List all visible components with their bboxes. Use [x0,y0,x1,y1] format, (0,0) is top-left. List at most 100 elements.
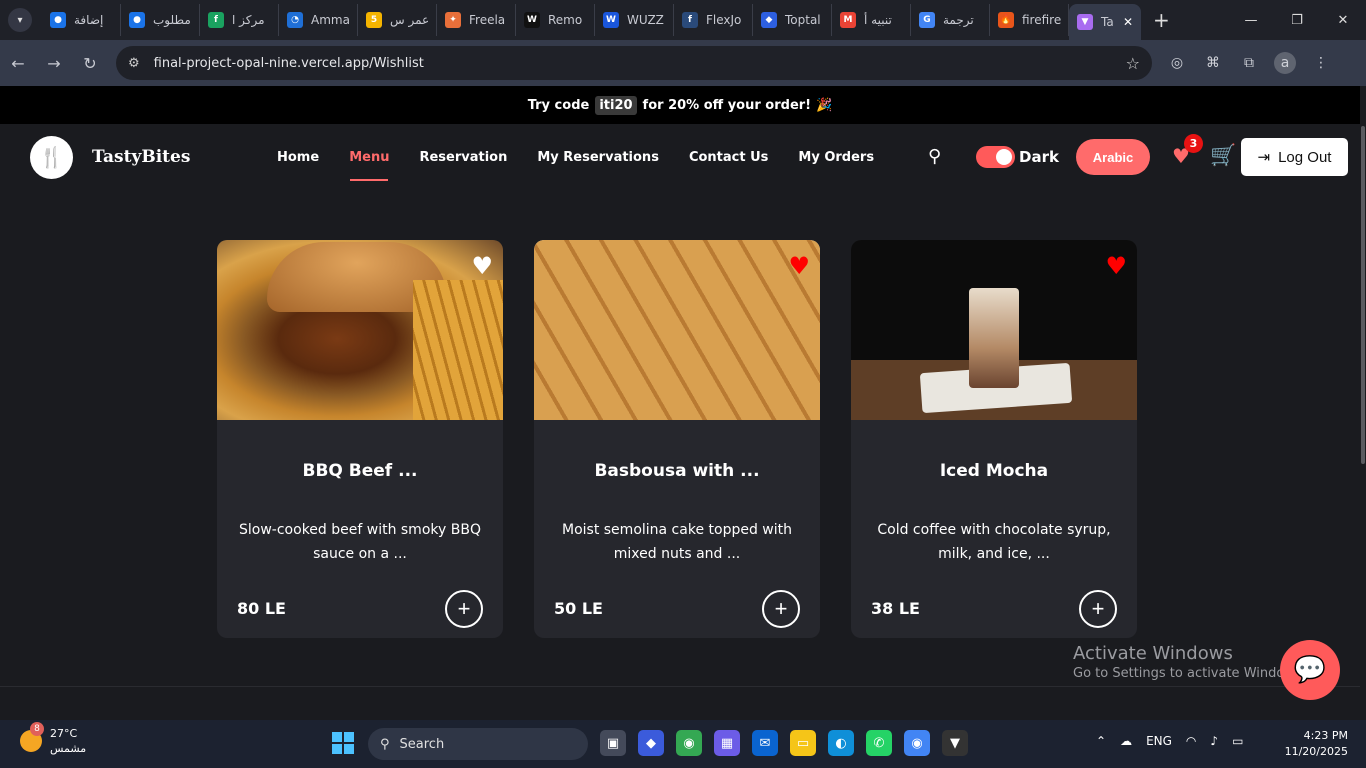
favorite-heart-icon[interactable]: ♥ [1105,254,1127,278]
terminal-app-icon[interactable]: ▼ [942,730,968,756]
wishlist-card[interactable]: ♥ BBQ Beef ... Slow-cooked beef with smoky… [217,240,503,638]
tray-chevron-icon[interactable]: ⌃ [1096,734,1106,748]
start-button[interactable] [332,732,354,754]
forward-button[interactable]: → [36,54,72,73]
browser-tab[interactable]: G ترجمة [911,4,990,36]
browser-tab[interactable]: ● إضافة [42,4,121,36]
tab-favicon-icon: 5 [366,12,382,28]
wishlist-grid: ♥ BBQ Beef ... Slow-cooked beef with smoky… [217,240,1137,638]
chrome-icon[interactable]: ◉ [676,730,702,756]
browser-tab[interactable]: ✦ Freela [437,4,516,36]
active-tab-label: Ta [1101,15,1114,29]
browser-tab[interactable]: ◔ Amma [279,4,358,36]
theme-label: Dark [1019,148,1059,166]
tab-active[interactable]: ▼ Ta ✕ [1069,4,1141,40]
battery-icon[interactable]: ▭ [1232,734,1243,748]
search-icon[interactable]: ⚲ [928,146,941,167]
address-bar[interactable]: ⚙ final-project-opal-nine.vercel.app/Wis… [116,46,1152,80]
minimize-button[interactable]: — [1228,13,1274,28]
language-button[interactable]: Arabic [1076,139,1150,175]
favorite-heart-icon[interactable]: ♥ [471,254,493,278]
main-nav: Home Menu Reservation My Reservations Contac… [262,124,889,190]
browser-tab[interactable]: f FlexJo [674,4,753,36]
browser-tab[interactable]: W WUZZ [595,4,674,36]
add-to-cart-button[interactable]: + [1079,590,1117,628]
browser-tab[interactable]: ◆ Toptal [753,4,832,36]
browser-tab[interactable]: 5 عمر س [358,4,437,36]
system-clock[interactable]: 4:23 PM 11/20/2025 [1284,728,1348,760]
brand-name[interactable]: TastyBites [92,147,190,167]
favorite-heart-icon[interactable]: ♥ [788,254,810,278]
fork-knife-logo-icon[interactable]: 🍴 [30,135,73,179]
outlook-icon[interactable]: ✉ [752,730,778,756]
page-scrollbar[interactable] [1360,124,1366,720]
new-tab-button[interactable]: + [1153,8,1170,32]
browser-menu-icon[interactable]: ⋮ [1310,52,1332,74]
browser-tab[interactable]: M تنبيه أ [832,4,911,36]
browser-toolbar: ← → ↻ ⚙ final-project-opal-nine.vercel.a… [0,40,1366,86]
food-image[interactable]: ♥ [851,240,1137,420]
wishlist-card[interactable]: ♥ Iced Mocha Cold coffee with chocolate sy… [851,240,1137,638]
wifi-icon[interactable]: ◠ [1186,734,1196,748]
cloud-icon[interactable]: ☁ [1120,734,1132,748]
close-window-button[interactable]: ✕ [1320,13,1366,28]
language-indicator[interactable]: ENG [1146,734,1172,748]
bookmark-star-icon[interactable]: ☆ [1126,54,1140,73]
add-to-cart-button[interactable]: + [445,590,483,628]
url-text: final-project-opal-nine.vercel.app/Wishl… [153,55,424,71]
whatsapp-icon[interactable]: ✆ [866,730,892,756]
tab-search-button[interactable]: ▾ [8,8,32,32]
browser-tab[interactable]: W Remo [516,4,595,36]
reload-button[interactable]: ↻ [72,54,108,73]
food-image[interactable]: ♥ [217,240,503,420]
logout-button[interactable]: ⇥ Log Out [1241,138,1348,176]
tab-favicon-icon: G [919,12,935,28]
clock-date: 11/20/2025 [1284,745,1348,758]
nav-link-contact-us[interactable]: Contact Us [674,124,783,190]
tab-label: FlexJo [706,13,742,27]
tab-label: Amma [311,13,350,27]
scrollbar-thumb[interactable] [1361,126,1365,464]
volume-icon[interactable]: ♪ [1210,734,1218,748]
nav-link-reservation[interactable]: Reservation [404,124,522,190]
nav-link-my-reservations[interactable]: My Reservations [522,124,674,190]
card-description: Slow-cooked beef with smoky BBQ sauce on… [239,522,481,562]
extensions-puzzle-icon[interactable]: ⧉ [1238,52,1260,74]
nav-link-home[interactable]: Home [262,124,334,190]
card-description: Cold coffee with chocolate syrup, milk, … [877,522,1111,562]
chat-bubble-button[interactable]: 💬 [1280,640,1340,700]
tab-label: مركز ا [232,13,265,27]
browser-tab[interactable]: ● مطلوب [121,4,200,36]
wishlist-card[interactable]: ♥ Basbousa with ... Moist semolina cake to… [534,240,820,638]
dark-mode-toggle[interactable] [976,146,1015,168]
food-image[interactable]: ♥ [534,240,820,420]
back-button[interactable]: ← [0,54,36,73]
tab-favicon-icon: f [682,12,698,28]
fries-shape [413,280,503,420]
mocha-glass-shape [969,288,1019,388]
chrome-active-icon[interactable]: ◉ [904,730,930,756]
restore-button[interactable]: ❐ [1274,13,1320,28]
cart-icon[interactable]: 🛒 [1210,143,1236,168]
extension-ring-icon[interactable]: ◎ [1166,52,1188,74]
chat-icon: 💬 [1293,655,1327,685]
nav-link-my-orders[interactable]: My Orders [783,124,889,190]
weather-widget[interactable]: 8 27°C مشمس [20,722,87,756]
profile-avatar[interactable]: a [1274,52,1296,74]
store-icon[interactable]: ▦ [714,730,740,756]
browser-tab[interactable]: 🔥 firefire [990,4,1069,36]
browser-tab[interactable]: f مركز ا [200,4,279,36]
nav-link-menu[interactable]: Menu [334,124,404,190]
file-explorer-icon[interactable]: ▭ [790,730,816,756]
widget-app-icon[interactable]: ◆ [638,730,664,756]
active-tab-favicon-icon: ▼ [1077,14,1093,30]
site-info-icon[interactable]: ⚙ [128,56,140,71]
taskbar-search[interactable]: ⚲ Search [368,728,588,760]
edge-icon[interactable]: ◐ [828,730,854,756]
extension-translate-icon[interactable]: ⌘ [1202,52,1224,74]
task-view-icon[interactable]: ▣ [600,730,626,756]
weather-desc: مشمس [50,742,87,755]
tab-label: عمر س [390,13,430,27]
add-to-cart-button[interactable]: + [762,590,800,628]
close-tab-icon[interactable]: ✕ [1123,15,1133,29]
